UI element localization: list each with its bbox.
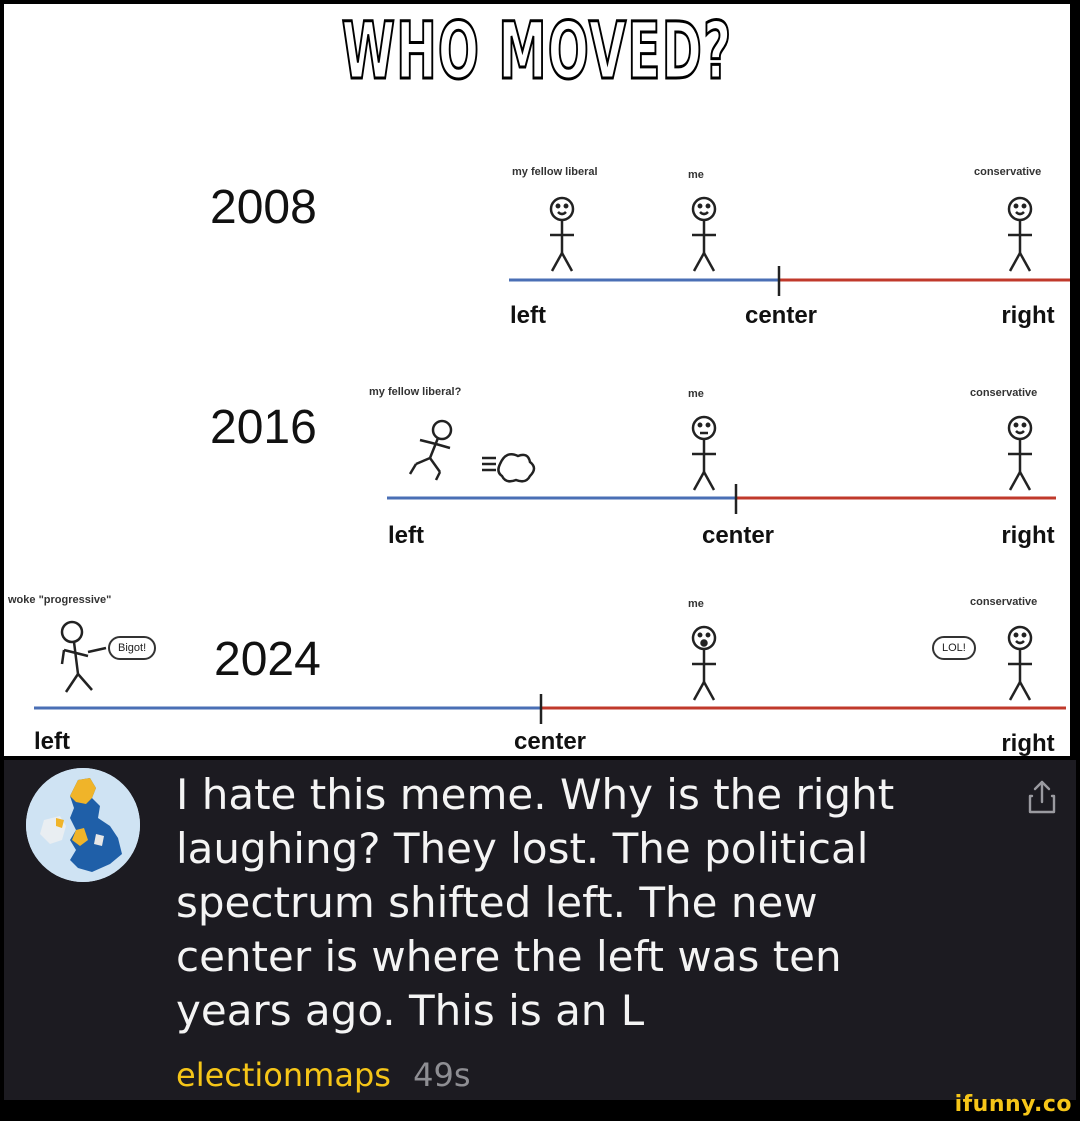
comment-body: I hate this meme. Why is the right laugh… [176,770,895,1035]
axis-center-label: center [513,728,587,755]
uk-election-map-avatar-icon[interactable] [26,768,140,882]
ifunny-watermark: ifunny.co [954,1092,1072,1117]
share-icon[interactable] [1022,778,1062,818]
axis-right-label: right [1001,730,1055,756]
comment-card: I hate this meme. Why is the right laugh… [4,760,1076,1100]
axis-left-label: left [34,728,70,755]
comment-meta: electionmaps 49s [176,1056,470,1094]
meme-image: WHO MOVED? 2008 my fellow liberal me con… [4,4,1070,756]
comment-author-link[interactable]: electionmaps [176,1056,391,1094]
stick-figure-conservative [1007,625,1033,701]
comment-timestamp: 49s [413,1056,471,1094]
